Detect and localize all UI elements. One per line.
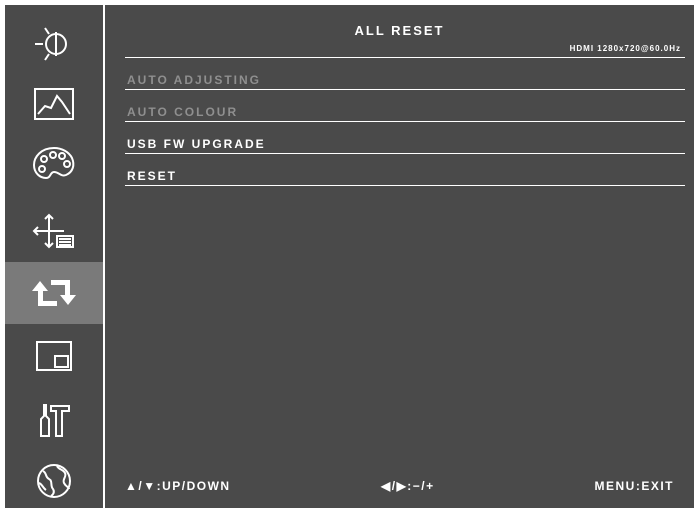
item-divider xyxy=(125,185,685,186)
menu-item-usb-fw-upgrade[interactable]: USB FW UPGRADE xyxy=(127,137,266,151)
picture-icon xyxy=(34,88,74,120)
signal-info: HDMI 1280x720@60.0Hz xyxy=(569,44,681,53)
sidebar-item-color[interactable] xyxy=(5,133,103,195)
menu-item-reset[interactable]: RESET xyxy=(127,169,177,183)
osd-menu: ALL RESET HDMI 1280x720@60.0Hz AUTO ADJU… xyxy=(0,0,699,513)
menu-item-auto-adjusting[interactable]: AUTO ADJUSTING xyxy=(127,73,261,87)
title-divider xyxy=(125,57,685,58)
sidebar-item-language[interactable] xyxy=(5,450,103,512)
brightness-icon xyxy=(35,27,67,61)
pip-icon xyxy=(36,341,72,371)
page-title: ALL RESET xyxy=(354,23,445,38)
globe-icon xyxy=(37,464,71,498)
sidebar-item-pip[interactable] xyxy=(5,325,103,387)
footer-adjust-hint: ◀/▶:−/+ xyxy=(381,479,435,493)
tools-icon xyxy=(40,404,70,437)
reset-icon xyxy=(32,280,76,306)
footer-updown-hint: ▲/▼:UP/DOWN xyxy=(125,479,231,493)
item-divider xyxy=(125,121,685,122)
color-palette-icon xyxy=(32,146,75,180)
sidebar-item-tools[interactable] xyxy=(5,389,103,451)
sidebar-item-brightness[interactable] xyxy=(5,13,103,75)
sidebar-item-position[interactable] xyxy=(5,201,103,263)
menu-item-auto-colour[interactable]: AUTO COLOUR xyxy=(127,105,238,119)
sidebar xyxy=(5,5,103,508)
item-divider xyxy=(125,89,685,90)
main-panel: ALL RESET HDMI 1280x720@60.0Hz AUTO ADJU… xyxy=(105,5,694,508)
footer-exit-hint: MENU:EXIT xyxy=(594,479,674,493)
position-icon xyxy=(32,213,74,249)
sidebar-item-reset[interactable] xyxy=(5,262,103,324)
sidebar-item-picture[interactable] xyxy=(5,73,103,135)
item-divider xyxy=(125,153,685,154)
